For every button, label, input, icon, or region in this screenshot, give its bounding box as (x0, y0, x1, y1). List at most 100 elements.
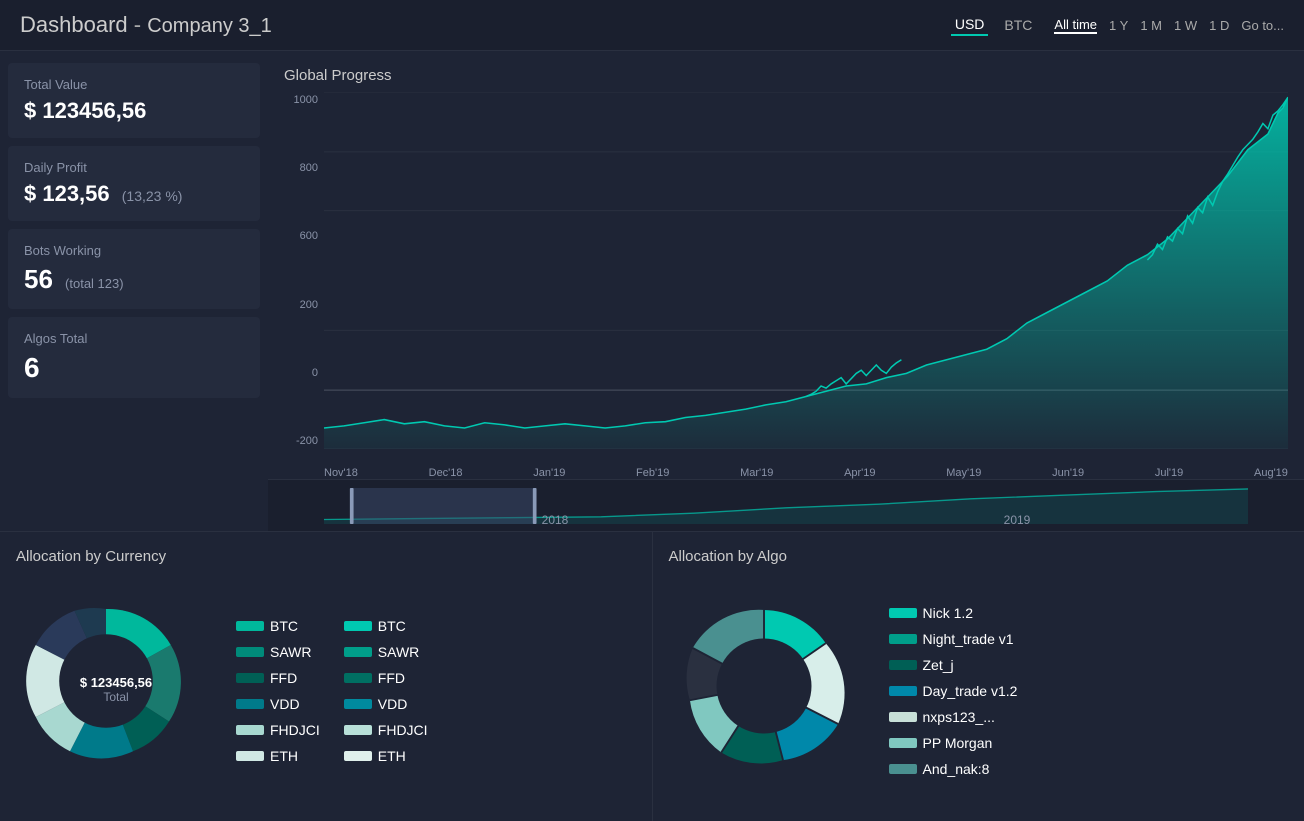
year-2018: 2018 (542, 513, 569, 527)
allocation-currency-title: Allocation by Currency (16, 548, 636, 565)
x-label-jun19: Jun'19 (1052, 467, 1084, 479)
legend-label-ppmorgan: PP Morgan (923, 735, 993, 751)
total-value: $ 123456,56 (24, 98, 244, 124)
legend-label-eth1: ETH (270, 748, 298, 764)
x-label-apr19: Apr'19 (844, 467, 875, 479)
legend-eth-1: ETH (236, 748, 320, 764)
total-value-label: Total Value (24, 77, 244, 92)
legend-label-fhdjci1: FHDJCI (270, 722, 320, 738)
chart-svg (324, 92, 1288, 449)
legend-color-nighttrade (889, 634, 917, 644)
y-label-600: 600 (284, 230, 318, 242)
btc-button[interactable]: BTC (1000, 15, 1036, 35)
legend-label-andnak: And_nak:8 (923, 761, 990, 777)
legend-color-nxps (889, 712, 917, 722)
legend-label-sawr1: SAWR (270, 644, 311, 660)
all-time-button[interactable]: All time (1054, 17, 1097, 34)
legend-ppmorgan: PP Morgan (889, 735, 1018, 751)
legend-color-fhdjci2 (344, 725, 372, 735)
chart-area[interactable]: 1000 800 600 200 0 -200 (284, 92, 1288, 479)
usd-button[interactable]: USD (951, 14, 989, 36)
legend-color-vdd1 (236, 699, 264, 709)
currency-donut: $ 123456,56 Total (16, 581, 216, 801)
daily-profit-value: $ 123,56 (13,23 %) (24, 181, 244, 207)
y-label-1000: 1000 (284, 94, 318, 106)
legend-sawr-2: SAWR (344, 644, 428, 660)
1d-button[interactable]: 1 D (1209, 18, 1229, 33)
legend-eth-2: ETH (344, 748, 428, 764)
legend-label-nighttrade: Night_trade v1 (923, 631, 1014, 647)
legend-color-btc2 (344, 621, 372, 631)
legend-sawr-1: SAWR (236, 644, 320, 660)
x-label-jul19: Jul'19 (1155, 467, 1183, 479)
page-title: Dashboard - Company 3_1 (20, 12, 272, 38)
y-label-200: 200 (284, 299, 318, 311)
allocation-algo-title: Allocation by Algo (669, 548, 1289, 565)
legend-color-sawr2 (344, 647, 372, 657)
allocation-currency-content: $ 123456,56 Total BTC SAWR (16, 577, 636, 805)
1w-button[interactable]: 1 W (1174, 18, 1197, 33)
legend-color-nick (889, 608, 917, 618)
allocation-currency-panel: Allocation by Currency (0, 532, 653, 821)
header: Dashboard - Company 3_1 USD BTC All time… (0, 0, 1304, 51)
daily-profit-amount: $ 123,56 (24, 181, 110, 206)
currency-legend-col1: BTC SAWR FFD VDD (236, 618, 320, 764)
legend-nick: Nick 1.2 (889, 605, 1018, 621)
y-label-0: 0 (284, 367, 318, 379)
legend-vdd-1: VDD (236, 696, 320, 712)
legend-color-btc1 (236, 621, 264, 631)
legend-ffd-2: FFD (344, 670, 428, 686)
legend-btc-1: BTC (236, 618, 320, 634)
bots-working-card: Bots Working 56 (total 123) (8, 229, 260, 309)
currency-legend-col2: BTC SAWR FFD VDD (344, 618, 428, 764)
x-label-aug19: Aug'19 (1254, 467, 1288, 479)
header-controls: USD BTC All time 1 Y 1 M 1 W 1 D Go to..… (951, 14, 1284, 36)
chart-panel: Global Progress 1000 800 600 200 0 -200 (268, 51, 1304, 531)
legend-color-ffd1 (236, 673, 264, 683)
x-axis-labels: Nov'18 Dec'18 Jan'19 Feb'19 Mar'19 Apr'1… (324, 467, 1288, 479)
legend-label-vdd1: VDD (270, 696, 300, 712)
1y-button[interactable]: 1 Y (1109, 18, 1128, 33)
legend-label-vdd2: VDD (378, 696, 408, 712)
left-panel: Total Value $ 123456,56 Daily Profit $ 1… (0, 51, 268, 531)
main-content: Total Value $ 123456,56 Daily Profit $ 1… (0, 51, 1304, 821)
legend-ffd-1: FFD (236, 670, 320, 686)
legend-color-andnak (889, 764, 917, 774)
legend-fhdjci-2: FHDJCI (344, 722, 428, 738)
algo-donut (669, 581, 869, 801)
top-row: Total Value $ 123456,56 Daily Profit $ 1… (0, 51, 1304, 531)
donut-center-label: Total (80, 690, 152, 704)
allocation-algo-panel: Allocation by Algo (653, 532, 1304, 821)
total-value-card: Total Value $ 123456,56 (8, 63, 260, 138)
legend-color-eth1 (236, 751, 264, 761)
legend-label-btc1: BTC (270, 618, 298, 634)
y-label-800: 800 (284, 162, 318, 174)
bots-total: (total 123) (65, 276, 124, 291)
algo-legend: Nick 1.2 Night_trade v1 Zet_j Day_trade … (889, 605, 1018, 777)
legend-label-ffd1: FFD (270, 670, 297, 686)
1m-button[interactable]: 1 M (1140, 18, 1162, 33)
currency-donut-center: $ 123456,56 Total (80, 675, 152, 704)
legend-color-fhdjci1 (236, 725, 264, 735)
allocation-algo-content: Nick 1.2 Night_trade v1 Zet_j Day_trade … (669, 577, 1289, 805)
goto-button[interactable]: Go to... (1241, 18, 1284, 33)
company-label: Company 3_1 (147, 15, 272, 37)
x-label-feb19: Feb'19 (636, 467, 669, 479)
daily-profit-pct: (13,23 %) (122, 188, 183, 204)
timeline-year-labels: 2018 2019 (268, 513, 1304, 527)
legend-vdd-2: VDD (344, 696, 428, 712)
legend-andnak: And_nak:8 (889, 761, 1018, 777)
x-label-may19: May'19 (946, 467, 981, 479)
legend-zetj: Zet_j (889, 657, 1018, 673)
legend-label-daytrade: Day_trade v1.2 (923, 683, 1018, 699)
bots-working-value: 56 (total 123) (24, 264, 244, 295)
legend-label-fhdjci2: FHDJCI (378, 722, 428, 738)
legend-color-daytrade (889, 686, 917, 696)
legend-label-zetj: Zet_j (923, 657, 954, 673)
legend-label-eth2: ETH (378, 748, 406, 764)
legend-color-eth2 (344, 751, 372, 761)
algos-total-card: Algos Total 6 (8, 317, 260, 398)
legend-color-ppmorgan (889, 738, 917, 748)
mini-timeline[interactable]: 2018 2019 (268, 479, 1304, 531)
y-label-neg200: -200 (284, 435, 318, 447)
